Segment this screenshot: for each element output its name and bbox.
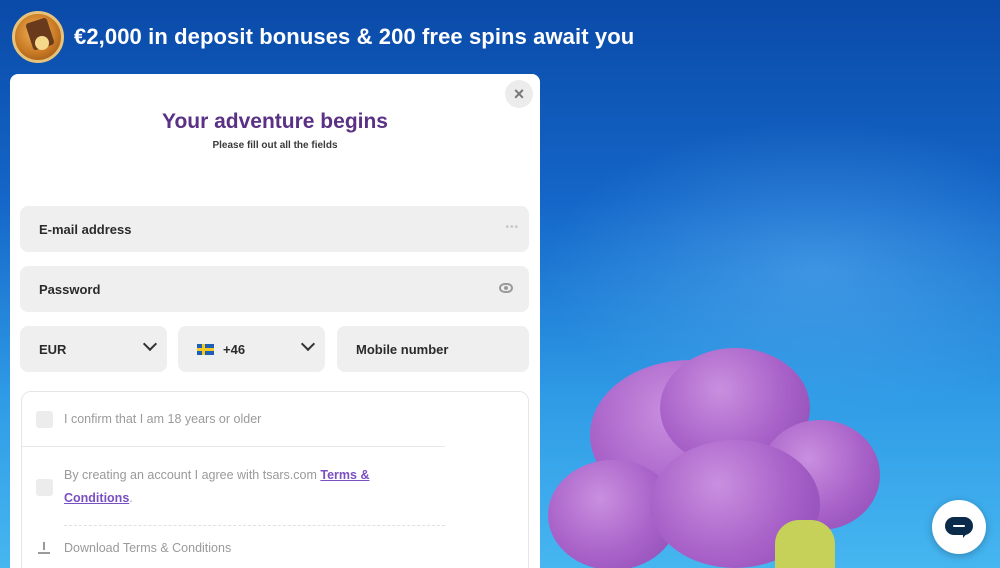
treasure-chest-icon bbox=[12, 11, 64, 63]
show-password-icon[interactable] bbox=[499, 283, 513, 293]
age-confirm-checkbox[interactable] bbox=[36, 411, 53, 428]
email-field-label: E-mail address bbox=[39, 221, 132, 237]
terms-prefix: By creating an account I agree with tsar… bbox=[64, 468, 321, 482]
chat-bubble-icon bbox=[945, 517, 973, 538]
chevron-down-icon bbox=[300, 336, 316, 352]
consent-section: I confirm that I am 18 years or older By… bbox=[21, 391, 529, 568]
mobile-field-label: Mobile number bbox=[356, 341, 449, 357]
download-terms-link[interactable]: Download Terms & Conditions bbox=[38, 541, 231, 555]
dashed-divider bbox=[64, 525, 445, 526]
promo-headline: €2,000 in deposit bonuses & 200 free spi… bbox=[74, 24, 635, 49]
modal-subtitle: Please fill out all the fields bbox=[212, 140, 338, 151]
email-field[interactable]: E-mail address ••• bbox=[20, 206, 529, 252]
divider bbox=[22, 446, 445, 447]
chevron-down-icon bbox=[142, 336, 158, 352]
country-code-value: +46 bbox=[223, 341, 246, 357]
password-field-label: Password bbox=[39, 281, 101, 297]
terms-checkbox[interactable] bbox=[36, 479, 53, 496]
password-field[interactable]: Password bbox=[20, 266, 529, 312]
modal-title: Your adventure begins bbox=[162, 110, 388, 133]
sweden-flag-icon bbox=[197, 343, 214, 355]
close-button[interactable]: × bbox=[505, 80, 533, 108]
mobile-number-field[interactable]: Mobile number bbox=[337, 326, 529, 372]
promo-banner: €2,000 in deposit bonuses & 200 free spi… bbox=[12, 10, 634, 64]
autofill-dots-icon: ••• bbox=[505, 222, 519, 233]
terms-suffix: . bbox=[129, 491, 133, 505]
terms-text: By creating an account I agree with tsar… bbox=[64, 464, 424, 510]
age-confirm-text: I confirm that I am 18 years or older bbox=[64, 412, 262, 426]
download-terms-label: Download Terms & Conditions bbox=[64, 541, 232, 555]
country-code-select[interactable]: +46 bbox=[178, 326, 325, 372]
tree-base bbox=[775, 520, 835, 568]
currency-value: EUR bbox=[39, 341, 67, 357]
registration-modal: × Your adventure begins Please fill out … bbox=[10, 74, 540, 568]
chat-button[interactable] bbox=[932, 500, 986, 554]
currency-select[interactable]: EUR bbox=[20, 326, 167, 372]
download-icon bbox=[38, 542, 50, 554]
